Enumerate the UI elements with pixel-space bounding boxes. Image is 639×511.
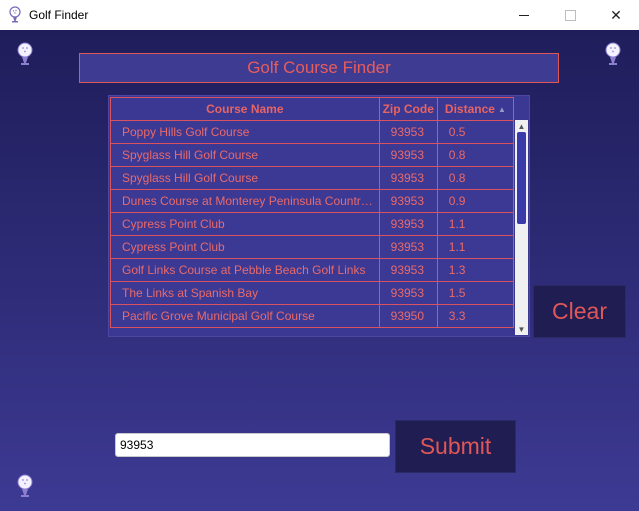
zip-code-input[interactable] [115, 433, 390, 457]
table-vertical-scrollbar[interactable]: ▲ ▼ [515, 120, 528, 335]
course-name-cell: The Links at Spanish Bay [110, 281, 380, 305]
zip-code-cell: 93950 [378, 304, 438, 328]
maximize-button[interactable] [547, 0, 593, 30]
golf-ball-icon [17, 474, 33, 497]
golf-ball-icon [605, 42, 621, 65]
course-results-table[interactable]: Course Name Zip Code Distance ▲ Poppy Hil… [108, 95, 530, 337]
zip-code-cell: 93953 [378, 143, 438, 167]
title-bar: Golf Finder ✕ [0, 0, 639, 30]
table-row[interactable]: Pacific Grove Municipal Golf Course 9395… [110, 304, 515, 328]
column-header-distance[interactable]: Distance ▲ [436, 97, 515, 121]
zip-code-cell: 93953 [378, 258, 438, 282]
golf-ball-icon [9, 6, 21, 23]
table-row[interactable]: Spyglass Hill Golf Course 93953 0.8 [110, 143, 515, 167]
distance-cell: 0.9 [436, 189, 515, 213]
course-name-cell: Cypress Point Club [110, 235, 380, 259]
zip-code-cell: 93953 [378, 166, 438, 190]
column-header-course-name[interactable]: Course Name [110, 97, 380, 121]
window-title: Golf Finder [29, 8, 89, 22]
scroll-down-arrow-icon[interactable]: ▼ [515, 323, 528, 335]
table-row[interactable]: Poppy Hills Golf Course 93953 0.5 [110, 120, 515, 144]
course-name-cell: Pacific Grove Municipal Golf Course [110, 304, 380, 328]
zip-code-cell: 93953 [378, 212, 438, 236]
distance-cell: 0.8 [436, 166, 515, 190]
column-header-zip-code[interactable]: Zip Code [378, 97, 438, 121]
zip-code-cell: 93953 [378, 189, 438, 213]
distance-cell: 1.3 [436, 258, 515, 282]
app-client-area: Golf Course Finder Course Name Zip Code … [0, 30, 639, 511]
course-name-cell: Spyglass Hill Golf Course [110, 166, 380, 190]
sort-ascending-icon: ▲ [497, 105, 506, 114]
table-row[interactable]: Spyglass Hill Golf Course 93953 0.8 [110, 166, 515, 190]
page-title: Golf Course Finder [79, 53, 559, 83]
distance-cell: 1.1 [436, 212, 515, 236]
zip-code-cell: 93953 [378, 120, 438, 144]
submit-button[interactable]: Submit [395, 420, 516, 473]
close-icon: ✕ [610, 6, 622, 23]
maximize-icon [564, 9, 576, 21]
distance-cell: 3.3 [436, 304, 515, 328]
table-row[interactable]: The Links at Spanish Bay 93953 1.5 [110, 281, 515, 305]
zip-code-cell: 93953 [378, 281, 438, 305]
scrollbar-thumb[interactable] [517, 132, 526, 224]
course-name-cell: Cypress Point Club [110, 212, 380, 236]
zip-code-cell: 93953 [378, 235, 438, 259]
table-row[interactable]: Dunes Course at Monterey Peninsula Count… [110, 189, 515, 213]
course-name-cell: Dunes Course at Monterey Peninsula Count… [110, 189, 380, 213]
distance-cell: 0.5 [436, 120, 515, 144]
table-header-row: Course Name Zip Code Distance ▲ [110, 97, 515, 121]
distance-cell: 1.5 [436, 281, 515, 305]
course-name-cell: Spyglass Hill Golf Course [110, 143, 380, 167]
table-row[interactable]: Cypress Point Club 93953 1.1 [110, 235, 515, 259]
golf-ball-icon [17, 42, 33, 65]
table-row[interactable]: Cypress Point Club 93953 1.1 [110, 212, 515, 236]
minimize-button[interactable] [501, 0, 547, 30]
table-row[interactable]: Golf Links Course at Pebble Beach Golf L… [110, 258, 515, 282]
minimize-icon [519, 14, 529, 16]
close-button[interactable]: ✕ [593, 0, 639, 30]
scroll-up-arrow-icon[interactable]: ▲ [515, 120, 528, 132]
distance-cell: 1.1 [436, 235, 515, 259]
course-name-cell: Poppy Hills Golf Course [110, 120, 380, 144]
course-name-cell: Golf Links Course at Pebble Beach Golf L… [110, 258, 380, 282]
distance-cell: 0.8 [436, 143, 515, 167]
clear-button[interactable]: Clear [533, 285, 626, 338]
